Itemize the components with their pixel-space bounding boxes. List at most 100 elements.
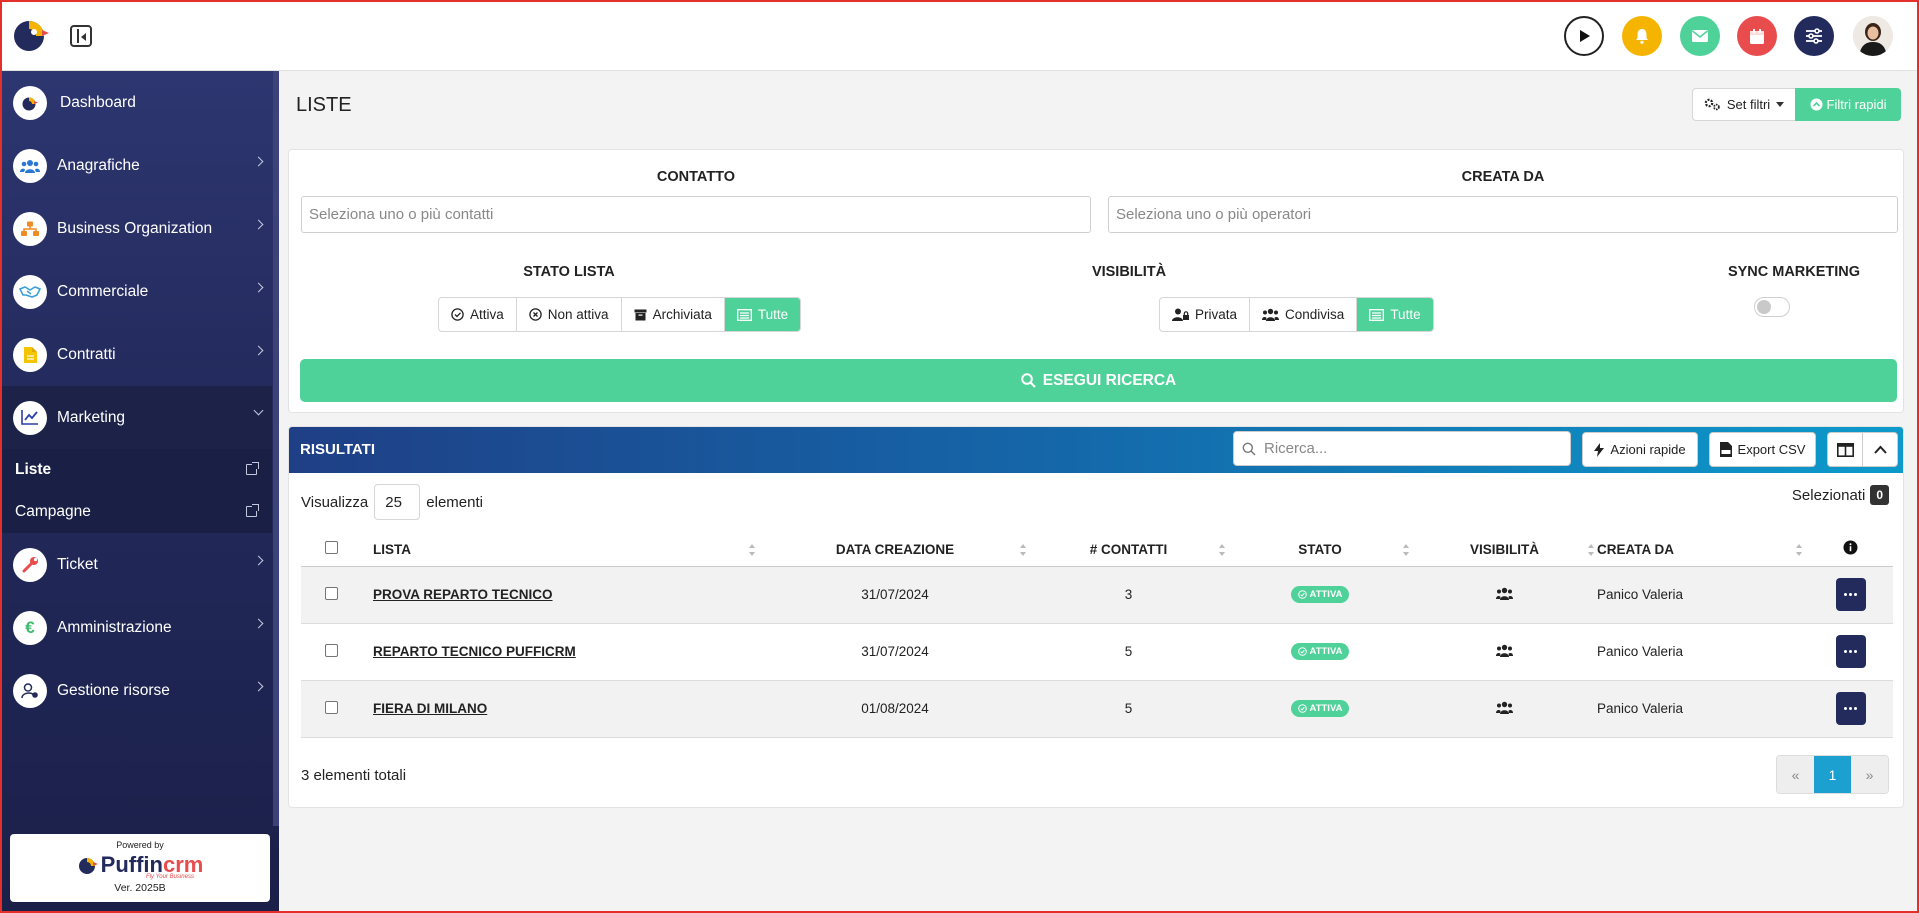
row-actions-button[interactable] [1835,635,1866,668]
status-badge: ATTIVA [1290,700,1350,717]
azioni-rapide-button[interactable]: Azioni rapide [1582,432,1698,467]
select-all-header [301,533,373,567]
stato-archiviata-button[interactable]: Archiviata [622,298,725,331]
column-header-label: CREATA DA [1597,541,1674,557]
sidebar-subitem-campagne[interactable]: Campagne [2,491,272,533]
set-filtri-button[interactable]: Set filtri [1692,88,1796,121]
pager-prev-button[interactable]: « [1777,756,1814,793]
sidebar-subitem-label: Liste [15,461,52,478]
collapse-results-button[interactable] [1862,432,1898,467]
lista-link[interactable]: FIERA DI MILANO [373,701,487,716]
page-size-prefix: Visualizza [301,493,369,511]
sidebar-item-label: Commerciale [57,282,149,300]
sidebar-scrollbar[interactable] [273,71,279,826]
sidebar-item-label: Gestione risorse [57,681,170,699]
avatar[interactable] [1853,16,1893,56]
row-checkbox[interactable] [325,643,338,657]
check-circle-icon [1297,704,1307,713]
sidebar-item-gestione-risorse[interactable]: Gestione risorse [2,659,272,722]
visibilita-tutte-button[interactable]: Tutte [1357,298,1433,331]
columns-toggle-button[interactable] [1827,432,1863,467]
page-size-control: Visualizza 25 elementi [301,484,483,520]
esegui-ricerca-label: ESEGUI RICERCA [1042,371,1177,389]
check-circle-icon [1297,590,1307,599]
visibilita-option-label: Tutte [1390,307,1421,322]
creata-da-select[interactable]: Seleziona uno o più operatori [1108,196,1898,233]
sidebar-item-contratti[interactable]: Contratti [2,323,272,386]
dashboard-logo-icon [13,85,47,120]
col-data-creazione[interactable]: DATA CREAZIONE [761,533,1029,567]
col-creata-da[interactable]: CREATA DA [1597,533,1808,567]
stato-non-attiva-button[interactable]: Non attiva [517,298,622,331]
user-gear-icon [13,673,47,708]
visibilita-privata-button[interactable]: Privata [1160,298,1251,331]
stato-tutte-button[interactable]: Tutte [724,298,801,331]
sync-marketing-toggle[interactable] [1754,297,1790,317]
pager-page-button[interactable]: 1 [1814,756,1851,793]
status-badge: ATTIVA [1290,586,1350,603]
table-row[interactable]: REPARTO TECNICO PUFFICRM 31/07/2024 5 AT… [301,623,1893,681]
col-info [1808,533,1893,567]
row-checkbox[interactable] [325,700,338,714]
contatto-select[interactable]: Seleziona uno o più contatti [301,196,1091,233]
sort-icon [1400,544,1409,556]
lista-link[interactable]: PROVA REPARTO TECNICO [373,587,553,602]
results-search-input[interactable]: Ricerca... [1233,431,1571,466]
sidebar-item-amministrazione[interactable]: € Amministrazione [2,596,272,659]
version-text: Ver. 2025B [114,882,166,894]
sort-icon [1216,544,1225,556]
filtri-rapidi-button[interactable]: Filtri rapidi [1795,88,1901,121]
sidebar-item-label: Contratti [57,345,116,363]
sidebar: Dashboard Anagrafiche Business Organizat… [2,71,279,911]
row-checkbox[interactable] [325,586,338,600]
col-visibilita[interactable]: VISIBILITÀ [1412,533,1597,567]
sync-marketing-label: SYNC MARKETING [1727,264,1861,280]
calendar-icon[interactable] [1737,16,1777,56]
pagination: « 1 » [1776,755,1889,794]
page-title: LISTE [296,94,352,116]
contatti-cell: 3 [1029,566,1228,624]
sidebar-item-commerciale[interactable]: Commerciale [2,260,272,323]
search-icon [1242,442,1256,456]
bell-icon[interactable] [1622,16,1662,56]
row-actions-button[interactable] [1835,578,1866,611]
col-stato[interactable]: STATO [1228,533,1412,567]
export-csv-button[interactable]: Export CSV [1709,432,1816,467]
sidebar-item-anagrafiche[interactable]: Anagrafiche [2,134,272,197]
sidebar-item-label: Ticket [57,555,98,573]
lista-link[interactable]: REPARTO TECNICO PUFFICRM [373,644,576,659]
org-chart-icon [13,211,47,246]
play-icon[interactable] [1564,16,1604,56]
contatto-label: CONTATTO [656,169,736,185]
sidebar-item-marketing[interactable]: Marketing [2,386,272,449]
gears-icon [1704,98,1720,111]
column-header-label: DATA CREAZIONE [835,541,955,557]
visibilita-condivisa-button[interactable]: Condivisa [1250,298,1358,331]
mail-icon[interactable] [1680,16,1720,56]
sidebar-item-ticket[interactable]: Ticket [2,533,272,596]
stato-attiva-button[interactable]: Attiva [439,298,517,331]
stato-option-label: Tutte [757,307,789,322]
contatti-cell: 5 [1029,623,1228,681]
table-row[interactable]: PROVA REPARTO TECNICO 31/07/2024 3 ATTIV… [301,566,1893,624]
stato-option-label: Archiviata [652,307,712,322]
sidebar-toggle-icon[interactable] [70,25,92,47]
app-logo[interactable] [12,18,50,52]
sidebar-item-label: Amministrazione [57,618,172,636]
esegui-ricerca-button[interactable]: ESEGUI RICERCA [300,359,1897,402]
page-size-select[interactable]: 25 [374,484,421,520]
sidebar-item-business-organization[interactable]: Business Organization [2,197,272,260]
sidebar-subitem-liste[interactable]: Liste [2,449,272,491]
page-size-suffix: elementi [426,493,483,511]
col-contatti[interactable]: # CONTATTI [1029,533,1228,567]
table-row[interactable]: FIERA DI MILANO 01/08/2024 5 ATTIVA Pani… [301,680,1893,738]
column-header-label: VISIBILITÀ [1469,541,1539,557]
select-all-checkbox[interactable] [325,541,338,555]
pager-next-button[interactable]: » [1851,756,1888,793]
sidebar-item-dashboard[interactable]: Dashboard [2,71,272,134]
chevron-right-icon [253,282,264,293]
row-actions-button[interactable] [1835,692,1866,725]
col-lista[interactable]: LISTA [373,533,761,567]
settings-sliders-icon[interactable] [1794,16,1834,56]
csv-file-icon [1719,442,1732,457]
